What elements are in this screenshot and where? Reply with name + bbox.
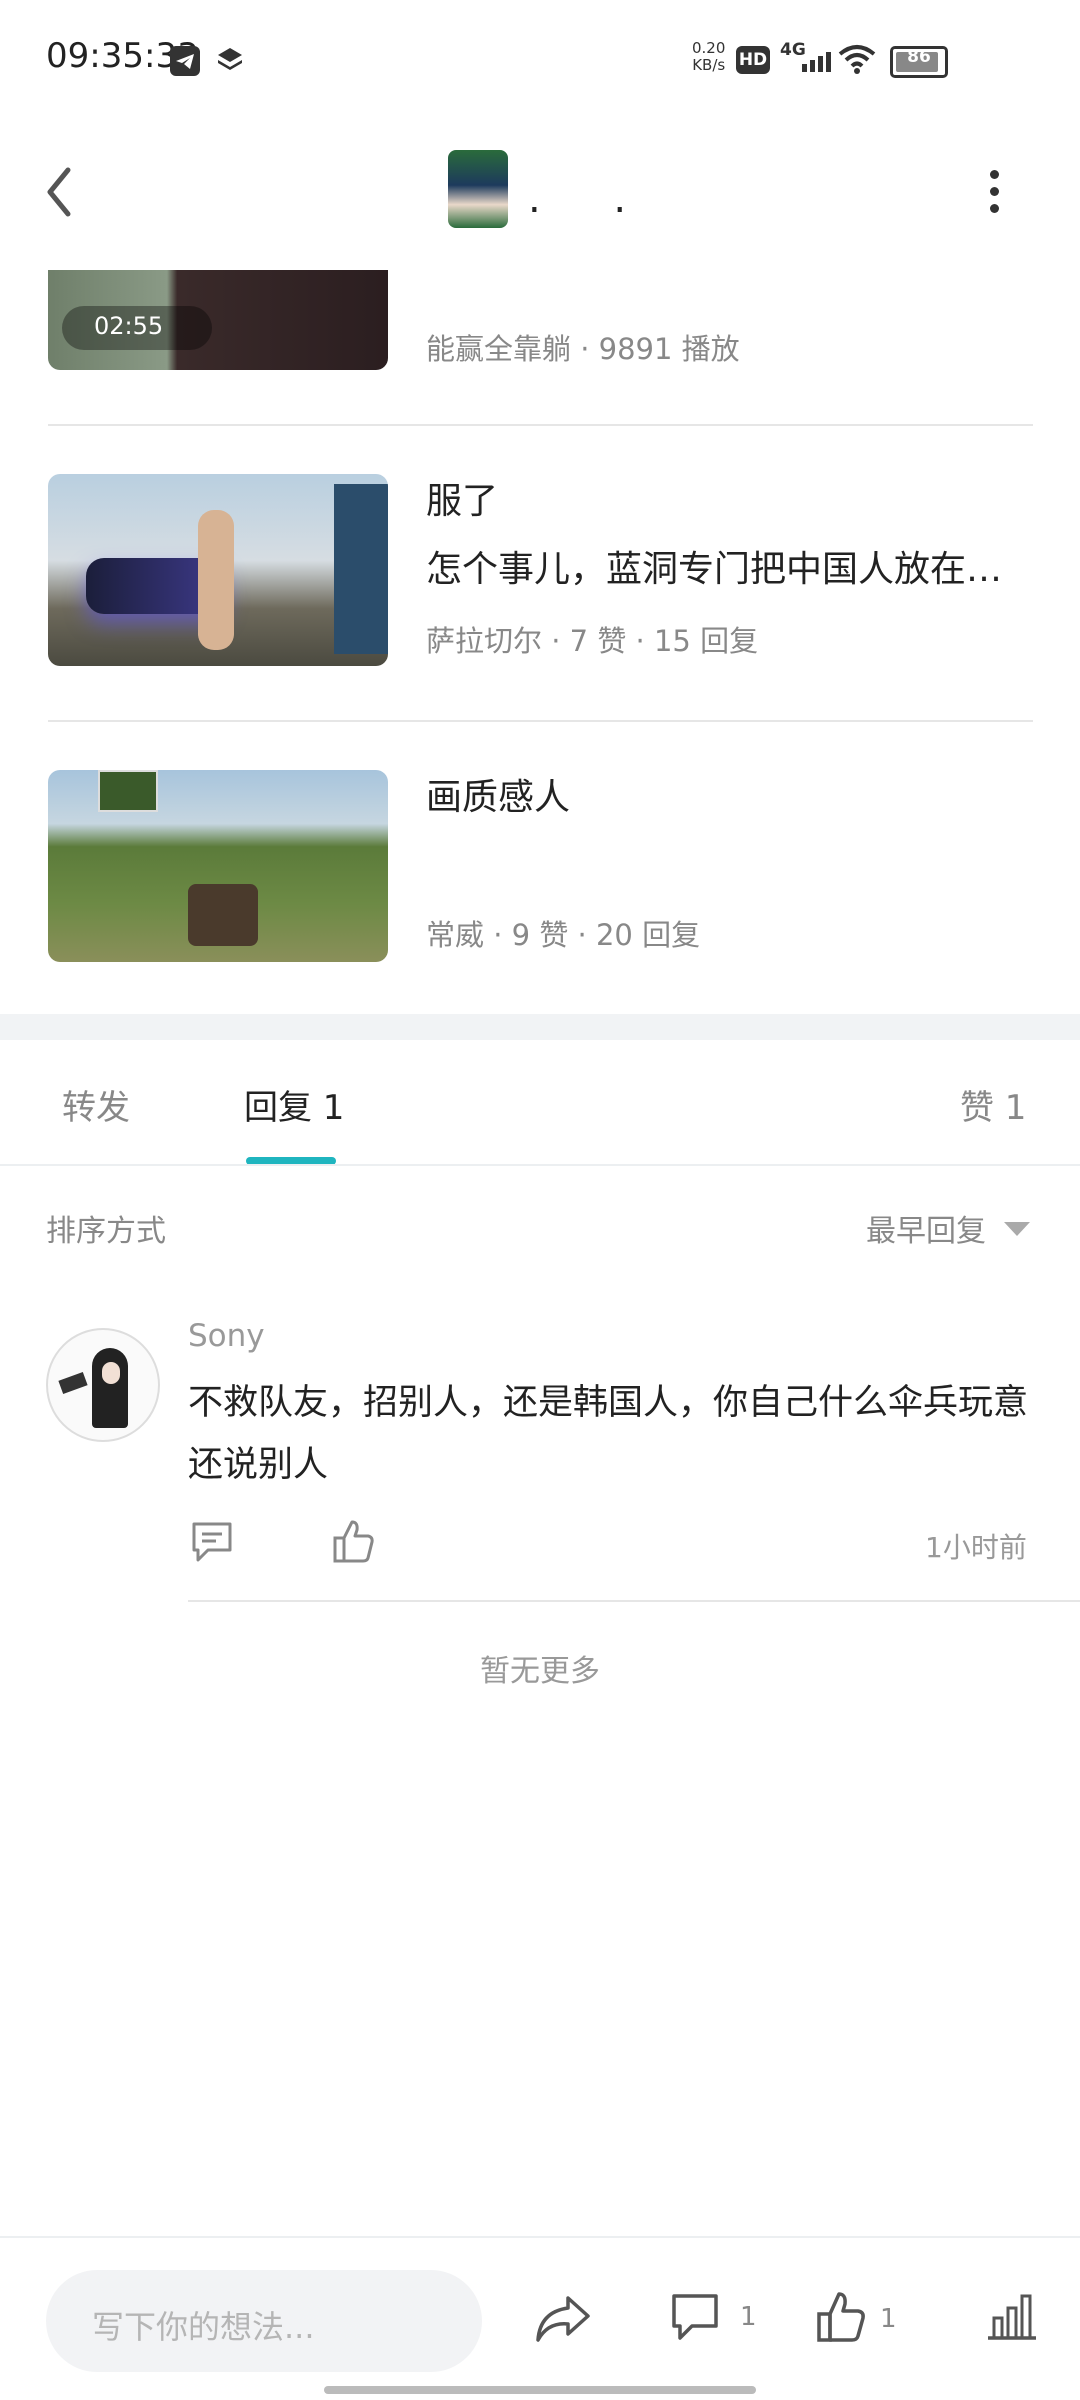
like-button[interactable]: 1 — [816, 2290, 897, 2348]
thumbs-up-icon — [817, 2292, 865, 2342]
wifi-icon — [838, 44, 876, 78]
bar-chart-icon — [988, 2294, 1036, 2340]
signal-icon: 4G — [780, 40, 831, 72]
comment-input-placeholder: 写下你的想法... — [92, 2308, 315, 2346]
comment-count: 1 — [740, 2302, 757, 2332]
divider — [0, 2236, 1080, 2238]
tab-reposts[interactable]: 转发 — [62, 1080, 130, 1129]
comment-text: 不救队友，招别人，还是韩国人，你自己什么伞兵玩意还说别人 — [188, 1383, 1029, 1485]
telegram-icon — [170, 46, 200, 76]
divider — [48, 720, 1033, 722]
like-count: 1 — [880, 2304, 897, 2334]
status-bar: 09:35:33 0.20 KB/s HD 4G 86 — [0, 0, 1080, 120]
feed-item-thumbnail[interactable] — [48, 770, 388, 962]
divider — [48, 424, 1033, 426]
commenter-avatar[interactable] — [46, 1328, 160, 1442]
like-comment-icon[interactable] — [332, 1518, 376, 1568]
reply-comment-icon[interactable] — [190, 1520, 234, 1568]
layers-icon — [214, 44, 246, 80]
comment-author[interactable]: Sony — [188, 1318, 265, 1354]
author-avatar[interactable] — [448, 150, 508, 228]
divider — [0, 1164, 1080, 1166]
page-title: . . — [528, 176, 657, 222]
divider — [188, 1600, 1080, 1602]
sort-dropdown[interactable]: 最早回复 — [866, 1206, 986, 1250]
section-separator — [0, 1014, 1080, 1040]
tab-likes[interactable]: 赞 1 — [960, 1080, 1026, 1129]
share-icon — [536, 2296, 590, 2342]
comment-input[interactable]: 写下你的想法... — [46, 2270, 482, 2372]
feed-item-subtitle[interactable]: 怎个事儿，蓝洞专门把中国人放在… — [426, 540, 1002, 592]
sort-label: 排序方式 — [46, 1214, 166, 1249]
feed-item-meta: 常威 · 9 赞 · 20 回复 — [426, 918, 701, 952]
feed-item-title[interactable]: 服了 — [426, 472, 498, 524]
feed-item-meta: 能赢全靠躺 · 9891 播放 — [426, 332, 740, 366]
share-button[interactable] — [534, 2292, 592, 2350]
hd-badge: HD — [736, 46, 770, 74]
network-speed: 0.20 KB/s — [692, 39, 726, 74]
stats-button[interactable] — [986, 2292, 1038, 2346]
feed-item-meta: 萨拉切尔 · 7 赞 · 15 回复 — [426, 624, 759, 658]
feed-item-thumbnail[interactable]: 02:55 — [48, 270, 388, 370]
video-duration: 02:55 — [94, 312, 164, 340]
chevron-left-icon — [47, 167, 71, 217]
battery-icon: 86 — [890, 46, 948, 78]
comment-time: 1小时前 — [925, 1531, 1027, 1564]
back-button[interactable] — [40, 162, 90, 222]
feed-item-title[interactable]: 画质感人 — [426, 768, 570, 820]
home-indicator[interactable] — [324, 2386, 756, 2394]
tab-replies[interactable]: 回复 1 — [244, 1080, 344, 1129]
comments-button[interactable]: 1 — [670, 2292, 757, 2348]
caret-down-icon[interactable] — [1004, 1222, 1030, 1236]
more-options-icon[interactable] — [990, 170, 1000, 214]
no-more-text: 暂无更多 — [480, 1654, 600, 1689]
feed-item-thumbnail[interactable] — [48, 474, 388, 666]
comment-bubble-icon — [672, 2294, 718, 2340]
